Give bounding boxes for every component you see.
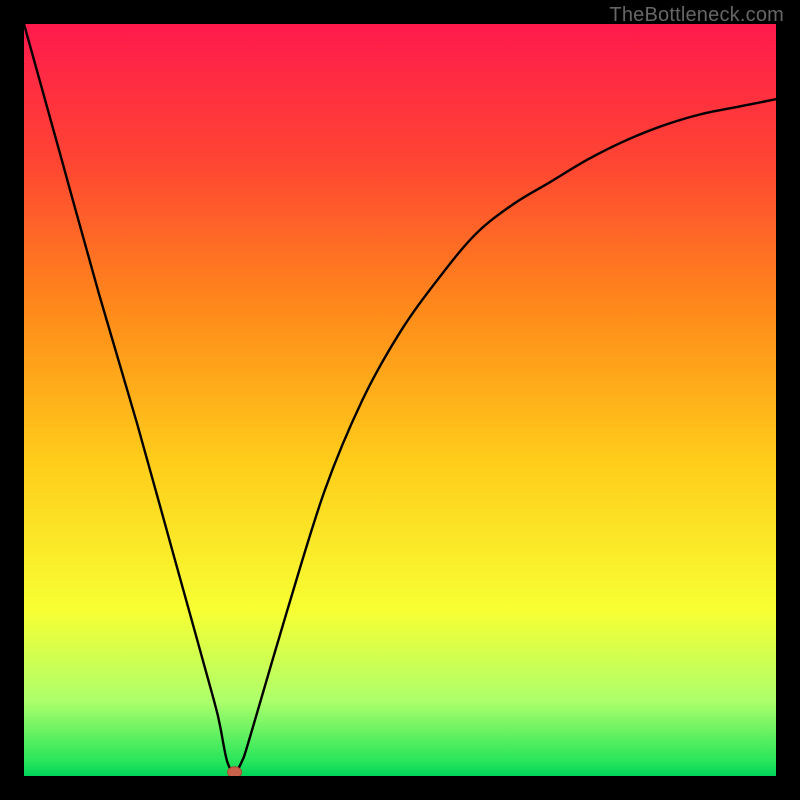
watermark-text: TheBottleneck.com [609,4,784,27]
chart-svg [24,24,776,776]
plot-area [24,24,776,776]
chart-frame: TheBottleneck.com [0,0,800,800]
minimum-marker [228,767,242,776]
gradient-background [24,24,776,776]
